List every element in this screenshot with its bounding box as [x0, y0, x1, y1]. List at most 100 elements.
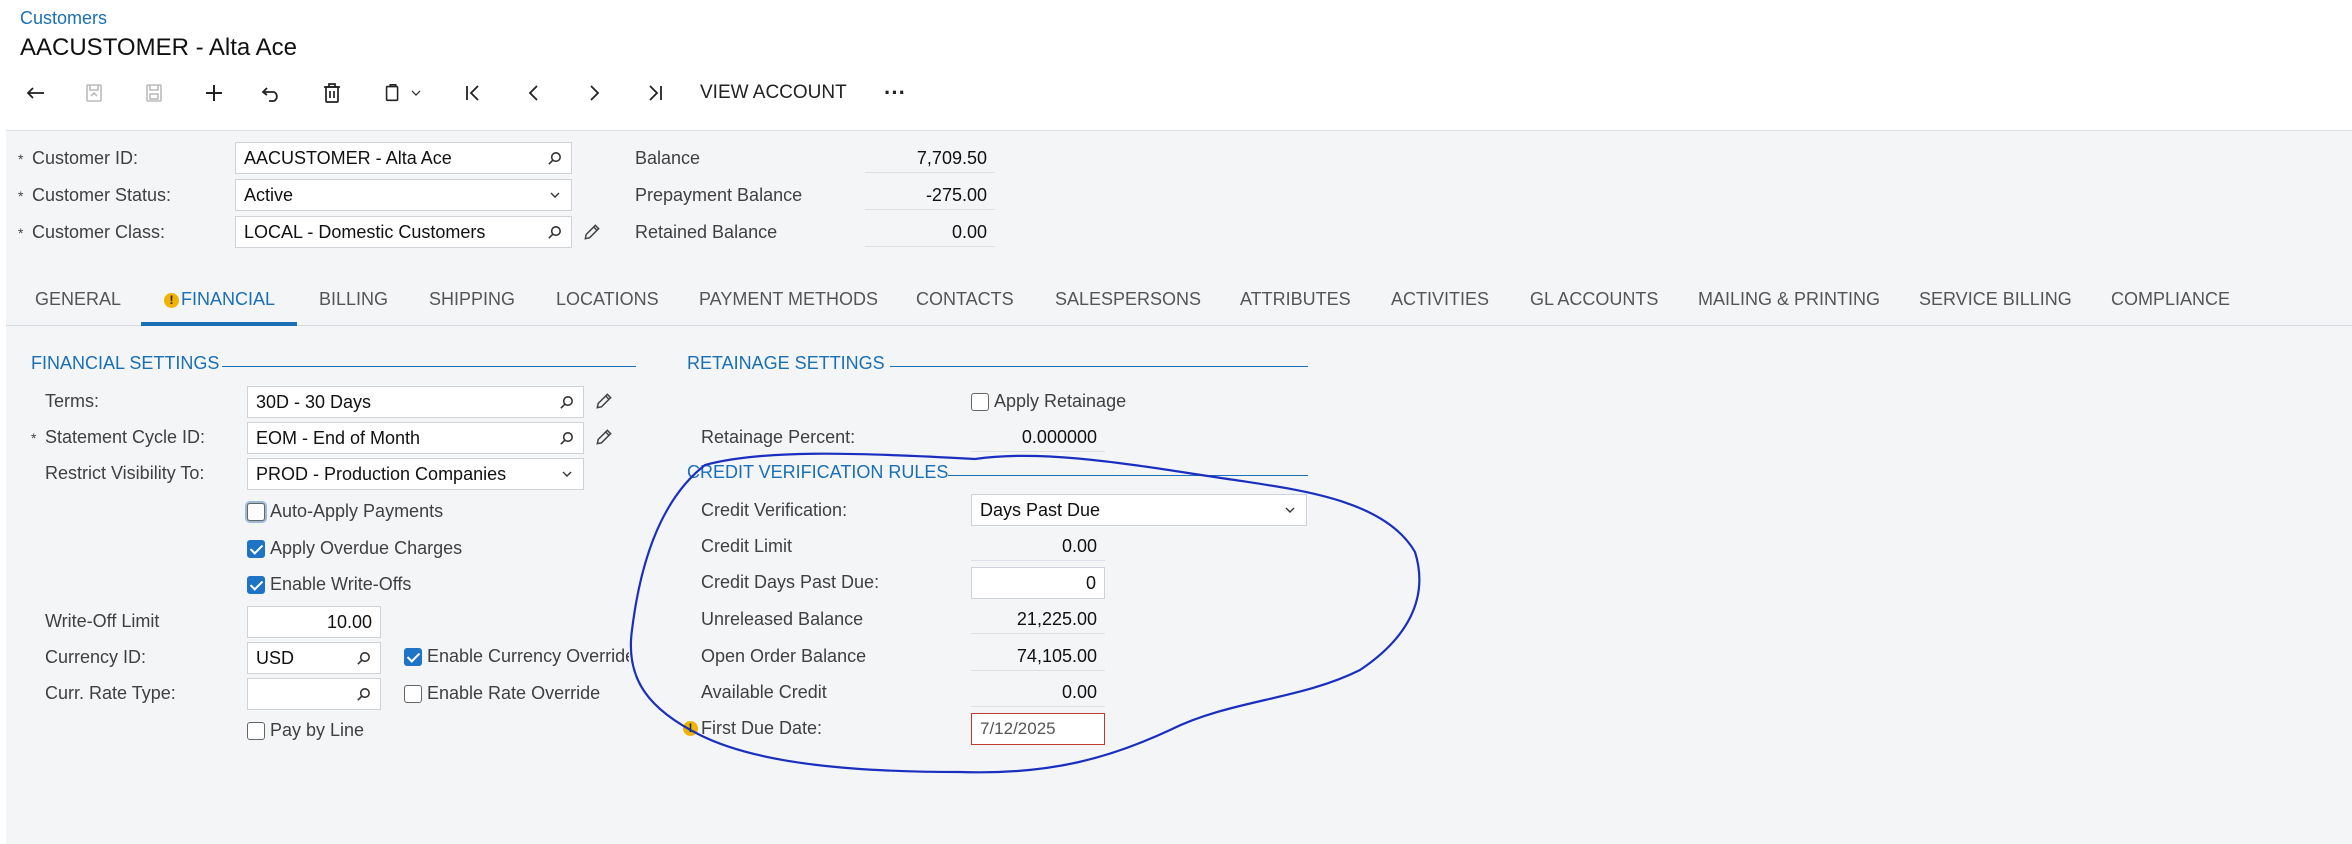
curr-rate-type-label: Curr. Rate Type: — [45, 683, 176, 703]
tab-salespersons[interactable]: SALESPERSONS — [1055, 289, 1201, 310]
enable-write-offs-label: Enable Write-Offs — [270, 574, 412, 594]
chevron-down-icon — [562, 471, 572, 477]
active-tab-indicator — [141, 322, 297, 326]
curr-rate-type-field[interactable] — [247, 678, 381, 710]
first-due-date-value: 7/12/2025 — [980, 719, 1056, 738]
write-off-limit-input[interactable]: 10.00 — [247, 606, 381, 638]
search-icon[interactable] — [546, 224, 563, 241]
prepayment-balance-value: -275.00 — [865, 180, 995, 210]
customer-class-value: LOCAL - Domestic Customers — [244, 221, 486, 242]
required-mark: * — [18, 151, 24, 167]
first-due-date-input[interactable]: 7/12/2025 — [971, 713, 1105, 745]
apply-retainage-checkbox[interactable] — [971, 393, 989, 411]
retainage-settings-title: RETAINAGE SETTINGS — [687, 353, 885, 373]
apply-retainage-label: Apply Retainage — [994, 391, 1127, 411]
search-icon[interactable] — [355, 686, 372, 703]
write-off-limit-value: 10.00 — [326, 611, 372, 632]
customer-id-field[interactable]: AACUSTOMER - Alta Ace — [235, 142, 572, 174]
save-close-icon[interactable] — [80, 76, 108, 110]
enable-rate-override-label: Enable Rate Override — [427, 683, 601, 703]
credit-verification-value: Days Past Due — [980, 499, 1101, 520]
available-credit-label: Available Credit — [701, 682, 827, 702]
next-record-icon[interactable] — [580, 76, 608, 110]
delete-icon[interactable] — [318, 76, 346, 110]
tab-billing[interactable]: BILLING — [319, 289, 388, 310]
tab-service-billing[interactable]: SERVICE BILLING — [1919, 289, 2072, 310]
tab-shipping[interactable]: SHIPPING — [429, 289, 515, 310]
tab-mailing-printing[interactable]: MAILING & PRINTING — [1698, 289, 1880, 310]
section-divider — [890, 366, 1308, 367]
toolbar: VIEW ACCOUNT ··· — [0, 76, 2352, 110]
enable-rate-override-checkbox[interactable] — [404, 685, 422, 703]
customer-status-label: Customer Status: — [32, 185, 172, 205]
tab-activities[interactable]: ACTIVITIES — [1391, 289, 1489, 310]
undo-icon[interactable] — [258, 76, 286, 110]
open-order-balance-label: Open Order Balance — [701, 646, 867, 666]
restrict-visibility-label: Restrict Visibility To: — [45, 463, 205, 483]
tab-financial[interactable]: ! FINANCIAL — [164, 289, 275, 310]
financial-settings-title: FINANCIAL SETTINGS — [31, 353, 220, 373]
terms-field[interactable]: 30D - 30 Days — [247, 386, 584, 418]
edit-pencil-icon[interactable] — [582, 222, 602, 242]
section-divider — [948, 475, 1308, 476]
open-order-balance-value: 74,105.00 — [971, 641, 1105, 671]
unreleased-balance-label: Unreleased Balance — [701, 609, 864, 629]
back-icon[interactable] — [22, 76, 50, 110]
customer-class-label: Customer Class: — [32, 222, 166, 242]
tab-contacts[interactable]: CONTACTS — [916, 289, 1014, 310]
statement-cycle-field[interactable]: EOM - End of Month — [247, 422, 584, 454]
last-record-icon[interactable] — [640, 76, 668, 110]
required-mark: * — [18, 188, 24, 204]
retained-balance-label: Retained Balance — [635, 222, 778, 242]
auto-apply-payments-checkbox[interactable] — [247, 503, 265, 521]
tab-attributes[interactable]: ATTRIBUTES — [1240, 289, 1351, 310]
previous-record-icon[interactable] — [520, 76, 548, 110]
search-icon[interactable] — [546, 150, 563, 167]
tab-gl-accounts[interactable]: GL ACCOUNTS — [1530, 289, 1658, 310]
credit-days-past-due-label: Credit Days Past Due: — [701, 572, 880, 592]
credit-verification-select[interactable]: Days Past Due — [971, 494, 1307, 526]
customer-class-field[interactable]: LOCAL - Domestic Customers — [235, 216, 572, 248]
edit-pencil-icon[interactable] — [594, 427, 614, 447]
apply-overdue-charges-label: Apply Overdue Charges — [270, 538, 463, 558]
retainage-percent-value[interactable]: 0.000000 — [971, 422, 1105, 452]
breadcrumb[interactable]: Customers — [20, 8, 107, 29]
currency-id-field[interactable]: USD — [247, 642, 381, 674]
copy-paste-icon[interactable] — [378, 76, 428, 110]
search-icon[interactable] — [355, 650, 372, 667]
auto-apply-payments-label: Auto-Apply Payments — [270, 501, 444, 521]
save-icon[interactable] — [140, 76, 168, 110]
apply-overdue-charges-checkbox[interactable] — [247, 540, 265, 558]
customer-id-label: Customer ID: — [32, 148, 139, 168]
first-due-date-label: First Due Date: — [701, 718, 823, 738]
edit-pencil-icon[interactable] — [594, 391, 614, 411]
search-icon[interactable] — [558, 394, 575, 411]
add-icon[interactable] — [200, 76, 228, 110]
prepayment-balance-label: Prepayment Balance — [635, 185, 803, 205]
customer-status-value: Active — [244, 184, 294, 205]
view-account-button[interactable]: VIEW ACCOUNT — [700, 76, 847, 110]
terms-label: Terms: — [45, 391, 99, 411]
tab-locations[interactable]: LOCATIONS — [556, 289, 659, 310]
restrict-visibility-value: PROD - Production Companies — [256, 463, 507, 484]
pay-by-line-label: Pay by Line — [270, 720, 365, 740]
first-record-icon[interactable] — [460, 76, 488, 110]
pay-by-line-checkbox[interactable] — [247, 722, 265, 740]
enable-currency-override-checkbox[interactable] — [404, 648, 422, 666]
available-credit-value: 0.00 — [971, 677, 1105, 707]
tab-compliance[interactable]: COMPLIANCE — [2111, 289, 2230, 310]
customer-id-value: AACUSTOMER - Alta Ace — [244, 147, 452, 168]
credit-days-past-due-input[interactable]: 0 — [971, 567, 1105, 599]
tab-general[interactable]: GENERAL — [35, 289, 121, 310]
more-actions-button[interactable]: ··· — [880, 76, 910, 110]
enable-write-offs-checkbox[interactable] — [247, 576, 265, 594]
credit-limit-label: Credit Limit — [701, 536, 793, 556]
customer-status-select[interactable]: Active — [235, 179, 572, 211]
currency-id-label: Currency ID: — [45, 647, 147, 667]
restrict-visibility-select[interactable]: PROD - Production Companies — [247, 458, 584, 490]
statement-cycle-label: Statement Cycle ID: — [45, 427, 206, 447]
search-icon[interactable] — [558, 430, 575, 447]
tab-payment-methods[interactable]: PAYMENT METHODS — [699, 289, 878, 310]
required-mark: * — [18, 225, 24, 241]
page-title: AACUSTOMER - Alta Ace — [20, 34, 297, 61]
